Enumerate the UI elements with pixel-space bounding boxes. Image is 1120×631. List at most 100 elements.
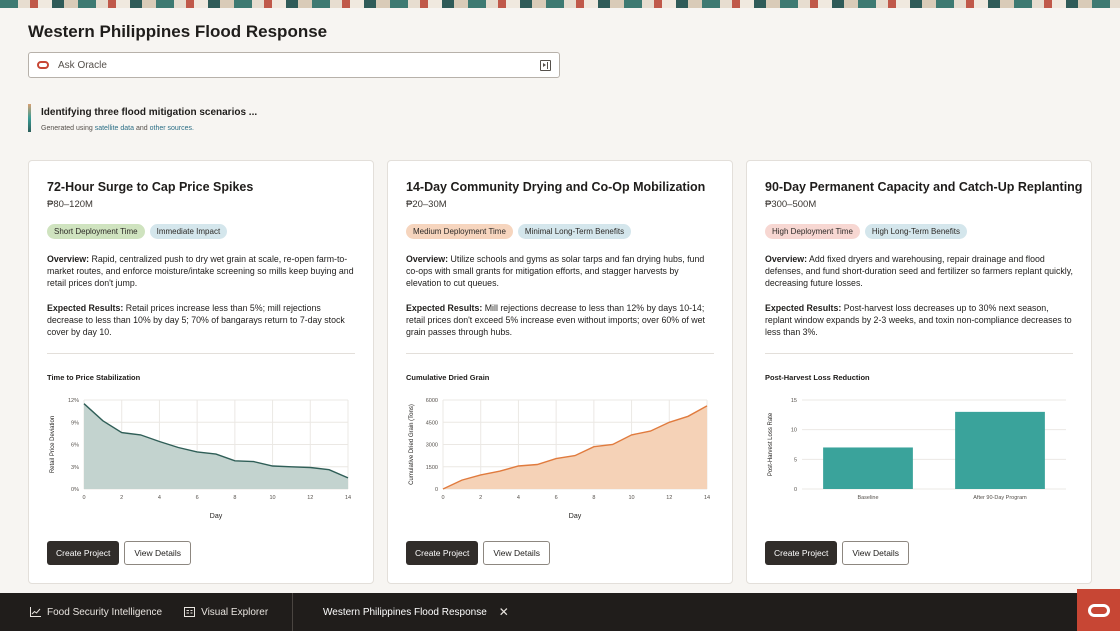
- open-panel-icon[interactable]: [540, 59, 551, 71]
- decorative-banner: [0, 0, 1120, 8]
- nav-label: Visual Explorer: [201, 606, 269, 618]
- y-tick-label: 3%: [71, 465, 79, 471]
- y-tick-label: 0%: [71, 487, 79, 493]
- scenario-card-3: 90-Day Permanent Capacity and Catch-Up R…: [746, 160, 1092, 584]
- y-tick-label: 10: [791, 428, 797, 434]
- bottom-navigation-bar: Food Security Intelligence Visual Explor…: [0, 589, 1120, 631]
- y-tick-label: 12%: [68, 398, 79, 404]
- x-tick-label: 10: [629, 495, 635, 501]
- card-results: Expected Results: Mill rejections decrea…: [406, 302, 714, 339]
- x-tick-label: After 90-Day Program: [973, 495, 1027, 501]
- overview-label: Overview:: [406, 254, 449, 264]
- y-tick-label: 15: [791, 398, 797, 404]
- status-prefix: Generated using: [41, 125, 93, 132]
- nav-visual-explorer[interactable]: Visual Explorer: [184, 607, 268, 618]
- y-tick-label: 0: [435, 487, 438, 493]
- y-axis-label: Retail Price Deviation: [50, 416, 56, 473]
- series-area: [84, 403, 348, 489]
- x-tick-label: 8: [592, 495, 595, 501]
- y-tick-label: 0: [794, 487, 797, 493]
- impact-tag: Minimal Long-Term Benefits: [517, 224, 632, 239]
- nav-food-security[interactable]: Food Security Intelligence: [30, 607, 162, 618]
- card-title: 14-Day Community Drying and Co-Op Mobili…: [406, 180, 706, 194]
- chart-title: Cumulative Dried Grain: [406, 373, 490, 382]
- scenario-card-2: 14-Day Community Drying and Co-Op Mobili…: [387, 160, 733, 584]
- x-tick-label: 14: [704, 495, 710, 501]
- y-tick-label: 6000: [426, 398, 438, 404]
- y-axis-label: Post-Harvest Loss Rate: [768, 412, 774, 476]
- status-and: and: [135, 125, 148, 132]
- close-icon[interactable]: ✕: [499, 605, 509, 619]
- other-sources-link[interactable]: other sources.: [150, 125, 194, 132]
- card-results: Expected Results: Retail prices increase…: [47, 302, 355, 339]
- x-tick-label: 2: [479, 495, 482, 501]
- card-results: Expected Results: Post-harvest loss decr…: [765, 302, 1073, 339]
- status-subtitle: Generated using satellite data and other…: [41, 125, 257, 132]
- results-label: Expected Results:: [47, 303, 124, 313]
- price-stabilization-chart: 0% 3% 6% 9% 12% 0 2 4 6 8 10 12 14 Day Retail Price De…: [50, 398, 351, 520]
- view-details-button[interactable]: View Details: [842, 541, 909, 565]
- bar: [955, 411, 1045, 489]
- x-tick-label: 14: [345, 495, 351, 501]
- y-tick-label: 6%: [71, 443, 79, 449]
- create-project-button[interactable]: Create Project: [47, 541, 120, 565]
- card-overview: Overview: Add fixed dryers and warehousi…: [765, 253, 1073, 290]
- x-tick-label: Baseline: [857, 495, 878, 501]
- x-tick-label: 8: [233, 495, 236, 501]
- dried-grain-chart: 0 1500 3000 4500 6000 0 2 4 6 8 10 12 14 Day Cumulativ…: [409, 398, 710, 520]
- x-tick-label: 6: [196, 495, 199, 501]
- create-project-button[interactable]: Create Project: [406, 541, 479, 565]
- page-title: Western Philippines Flood Response: [28, 22, 328, 41]
- y-tick-label: 9%: [71, 420, 79, 426]
- card-divider: [765, 353, 1073, 354]
- results-label: Expected Results:: [765, 303, 842, 313]
- overview-text: Utilize schools and gyms as solar tarps …: [406, 254, 705, 289]
- x-tick-label: 0: [82, 495, 85, 501]
- card-cost: ₱300–500M: [765, 199, 817, 210]
- results-label: Expected Results:: [406, 303, 483, 313]
- create-project-button[interactable]: Create Project: [765, 541, 838, 565]
- y-tick-label: 1500: [426, 465, 438, 471]
- x-tick-label: 4: [158, 495, 161, 501]
- ask-oracle-bar[interactable]: [28, 52, 560, 78]
- card-cost: ₱20–30M: [406, 199, 447, 210]
- ask-oracle-input[interactable]: [58, 59, 540, 71]
- view-details-button[interactable]: View Details: [483, 541, 550, 565]
- view-details-button[interactable]: View Details: [124, 541, 191, 565]
- card-overview: Overview: Utilize schools and gyms as so…: [406, 253, 714, 290]
- x-tick-label: 12: [307, 495, 313, 501]
- status-title: Identifying three flood mitigation scena…: [41, 107, 258, 118]
- tab-label: Western Philippines Flood Response: [323, 606, 487, 618]
- card-cost: ₱80–120M: [47, 199, 93, 210]
- loss-reduction-chart: 0 5 10 15 Baseline After 90-Day Program Post-H…: [768, 398, 1066, 501]
- card-overview: Overview: Rapid, centralized push to dry…: [47, 253, 355, 290]
- series-area: [443, 405, 707, 489]
- oracle-assistant-button[interactable]: [1077, 589, 1120, 631]
- y-tick-label: 5: [794, 457, 797, 463]
- x-axis-label: Day: [210, 513, 223, 520]
- x-tick-label: 4: [517, 495, 520, 501]
- deployment-tag: Medium Deployment Time: [406, 224, 513, 239]
- tab-western-philippines[interactable]: Western Philippines Flood Response ✕: [292, 593, 512, 631]
- oracle-logo-icon: [37, 61, 49, 69]
- card-title: 72-Hour Surge to Cap Price Spikes: [47, 180, 254, 194]
- chart-title: Time to Price Stabilization: [47, 373, 141, 382]
- overview-text: Rapid, centralized push to dry wet grain…: [47, 254, 354, 289]
- oracle-logo-icon: [1087, 603, 1110, 617]
- deployment-tag: High Deployment Time: [765, 224, 860, 239]
- overview-text: Add fixed dryers and warehousing, repair…: [765, 254, 1073, 289]
- card-divider: [47, 353, 355, 354]
- satellite-data-link[interactable]: satellite data: [95, 125, 134, 132]
- explorer-icon: [184, 607, 196, 617]
- impact-tag: Immediate Impact: [149, 224, 228, 239]
- impact-tag: High Long-Term Benefits: [864, 224, 967, 239]
- card-divider: [406, 353, 714, 354]
- y-axis-label: Cumulative Dried Grain (Tons): [409, 404, 415, 485]
- overview-label: Overview:: [765, 254, 808, 264]
- generation-status: Identifying three flood mitigation scena…: [28, 104, 258, 132]
- bar: [823, 447, 913, 489]
- x-tick-label: 0: [441, 495, 444, 501]
- overview-label: Overview:: [47, 254, 90, 264]
- x-tick-label: 12: [666, 495, 672, 501]
- x-tick-label: 6: [555, 495, 558, 501]
